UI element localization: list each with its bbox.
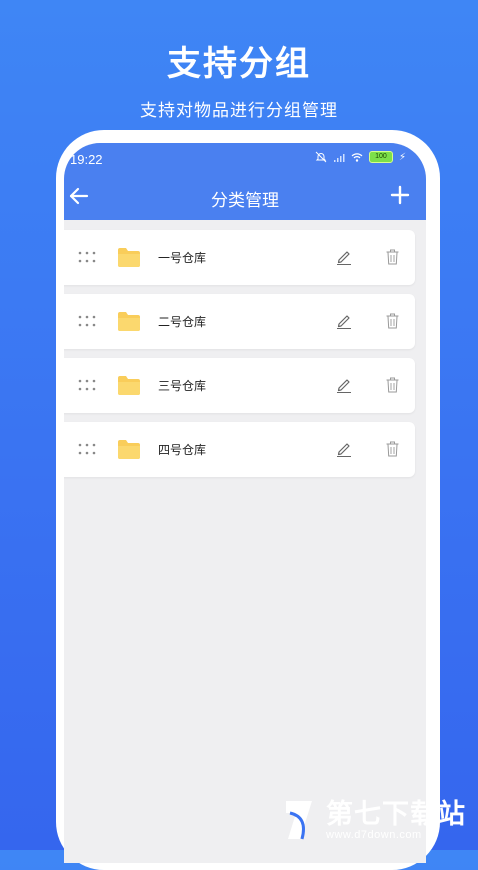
- edit-pencil-icon[interactable]: [336, 249, 352, 265]
- trash-icon[interactable]: [386, 249, 399, 265]
- edit-pencil-icon[interactable]: [336, 441, 352, 457]
- promo-subline: 支持对物品进行分组管理: [140, 101, 338, 120]
- mute-bell-icon: [315, 151, 327, 163]
- promo-headline: 支持分组: [167, 45, 311, 83]
- site-watermark: 第七下载站 www.d7down.com: [282, 795, 466, 845]
- category-row[interactable]: 四号仓库: [64, 422, 415, 477]
- trash-icon[interactable]: [386, 377, 399, 393]
- status-time: 19:22: [70, 152, 103, 167]
- category-list: 一号仓库 二号仓库 三号仓库 四号仓库: [64, 230, 415, 486]
- phone-side-button: [433, 312, 440, 404]
- category-name: 四号仓库: [158, 443, 207, 457]
- status-icons: 100 ⚡: [315, 151, 406, 163]
- drag-handle-icon[interactable]: [78, 251, 96, 263]
- trash-icon[interactable]: [386, 441, 399, 457]
- battery-icon: 100: [368, 151, 393, 163]
- folder-icon: [118, 440, 140, 459]
- drag-handle-icon[interactable]: [78, 379, 96, 391]
- category-row[interactable]: 一号仓库: [64, 230, 415, 285]
- drag-handle-icon[interactable]: [78, 443, 96, 455]
- edit-pencil-icon[interactable]: [336, 313, 352, 329]
- wifi-icon: [351, 153, 363, 162]
- charging-icon: ⚡: [398, 151, 406, 163]
- watermark-text: 第七下载站 www.d7down.com: [326, 799, 466, 841]
- trash-icon[interactable]: [386, 313, 399, 329]
- folder-icon: [118, 376, 140, 395]
- app-screen: 19:22 100 ⚡ 分类管理 一号仓库 二号仓库 三号仓库 四号仓库: [64, 143, 426, 863]
- category-row[interactable]: 三号仓库: [64, 358, 415, 413]
- category-name: 二号仓库: [158, 315, 207, 329]
- category-row[interactable]: 二号仓库: [64, 294, 415, 349]
- watermark-logo-icon: [286, 801, 312, 840]
- watermark-url: www.d7down.com: [326, 829, 422, 841]
- signal-icon: [333, 154, 345, 162]
- app-bar: 19:22 100 ⚡ 分类管理: [64, 143, 426, 220]
- watermark-name: 第七下载站: [326, 799, 466, 829]
- folder-icon: [118, 248, 140, 267]
- edit-pencil-icon[interactable]: [336, 377, 352, 393]
- page-title: 分类管理: [211, 191, 279, 210]
- drag-handle-icon[interactable]: [78, 315, 96, 327]
- category-name: 三号仓库: [158, 379, 207, 393]
- plus-icon[interactable]: [390, 185, 410, 205]
- category-name: 一号仓库: [158, 251, 207, 265]
- folder-icon: [118, 312, 140, 331]
